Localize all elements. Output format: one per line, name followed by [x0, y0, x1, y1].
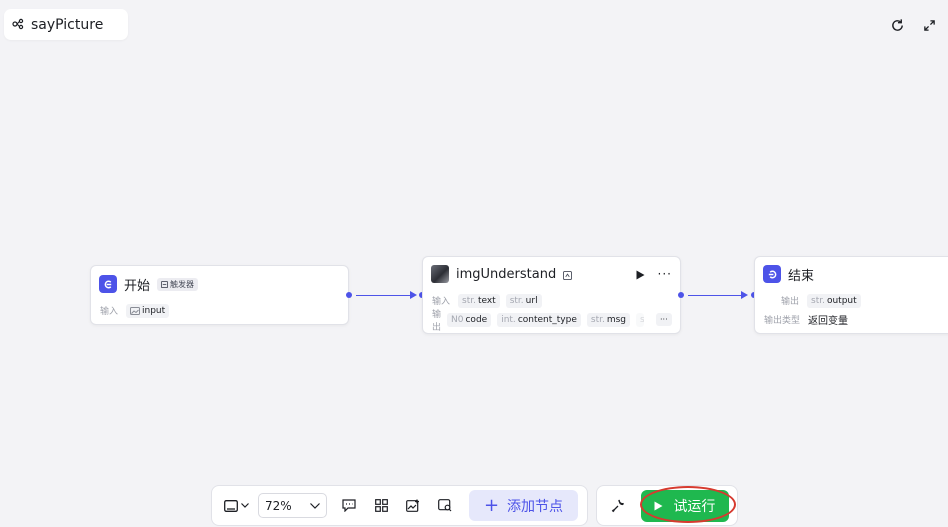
plugin-icon: [563, 265, 573, 284]
refresh-icon[interactable]: [888, 16, 906, 34]
img-out-port[interactable]: [678, 292, 684, 298]
start-input-value: input: [142, 305, 166, 316]
chevron-down-icon: [240, 503, 249, 508]
debug-tool-button[interactable]: [605, 492, 631, 520]
img-output-param: N0 code: [447, 312, 492, 327]
workflow-title-chip[interactable]: sayPicture: [4, 9, 128, 40]
workflow-title: sayPicture: [31, 16, 104, 33]
end-node-title: 结束: [788, 268, 815, 284]
image-add-icon: [406, 499, 419, 512]
test-run-button[interactable]: 试运行: [640, 489, 729, 522]
edge-start-img: [356, 295, 415, 296]
end-node-icon: [763, 265, 781, 283]
run-toolbar: 试运行: [596, 485, 738, 526]
comment-icon: [342, 499, 356, 512]
grid-icon: [374, 499, 388, 512]
image-icon: [130, 306, 140, 315]
end-return-label: 输出类型: [764, 316, 801, 326]
img-input-label: 输入: [432, 297, 451, 307]
add-node-button[interactable]: + 添加节点: [469, 490, 578, 521]
start-node[interactable]: 开始 触发器 输入 input: [90, 265, 349, 325]
screen-icon: [223, 499, 238, 512]
imgunderstand-thumbnail: [431, 265, 449, 283]
start-node-icon: [99, 275, 117, 293]
edge-arrow: [741, 291, 748, 299]
auto-layout-button[interactable]: [367, 492, 395, 520]
edge-img-end: [688, 295, 745, 296]
image-tool-button[interactable]: [399, 492, 427, 520]
wrench-icon: [611, 499, 624, 512]
img-input-param: str. url: [505, 293, 542, 308]
play-icon: [654, 501, 663, 510]
img-input-param: str. text: [458, 293, 500, 308]
end-node[interactable]: 结束 输出 str. output 输出类型 返回变量: [754, 256, 948, 334]
expand-icon[interactable]: [920, 16, 938, 34]
img-output-param: int. content_type: [497, 312, 581, 327]
end-output-param: str. output: [807, 293, 861, 308]
end-return-value: 返回变量: [808, 316, 848, 327]
layout-mode-button[interactable]: [218, 492, 254, 520]
play-icon[interactable]: [636, 265, 645, 284]
trigger-icon: [161, 280, 169, 288]
plus-icon: +: [483, 494, 500, 516]
workflow-icon: [12, 15, 24, 34]
img-output-label: 输出: [432, 309, 442, 333]
more-options-icon[interactable]: ···: [658, 267, 672, 281]
zoom-value: 72%: [265, 498, 292, 513]
canvas-toolbar: 72% + 添加节点: [211, 485, 588, 526]
minimap-icon: [438, 499, 452, 512]
start-out-port[interactable]: [346, 292, 352, 298]
start-input-param: input: [126, 303, 170, 318]
minimap-button[interactable]: [431, 492, 459, 520]
zoom-select[interactable]: 72%: [258, 493, 327, 518]
trigger-badge: 触发器: [157, 277, 199, 291]
img-output-param: str.res: [636, 312, 644, 327]
start-node-title: 开始: [124, 278, 151, 294]
imgunderstand-title: imgUnderstand: [456, 266, 557, 282]
comment-button[interactable]: [335, 492, 363, 520]
imgunderstand-node[interactable]: imgUnderstand ··· 输入 str. text str. url 输出…: [422, 256, 681, 334]
img-output-param: str. msg: [586, 312, 630, 327]
test-run-label: 试运行: [673, 498, 716, 515]
chevron-down-icon: [310, 502, 320, 509]
end-output-label: 输出: [781, 297, 800, 307]
edge-arrow: [410, 291, 417, 299]
start-input-label: 输入: [100, 307, 119, 317]
add-node-label: 添加节点: [507, 498, 564, 515]
more-outputs-button[interactable]: ···: [656, 313, 672, 326]
trigger-badge-label: 触发器: [170, 279, 195, 289]
